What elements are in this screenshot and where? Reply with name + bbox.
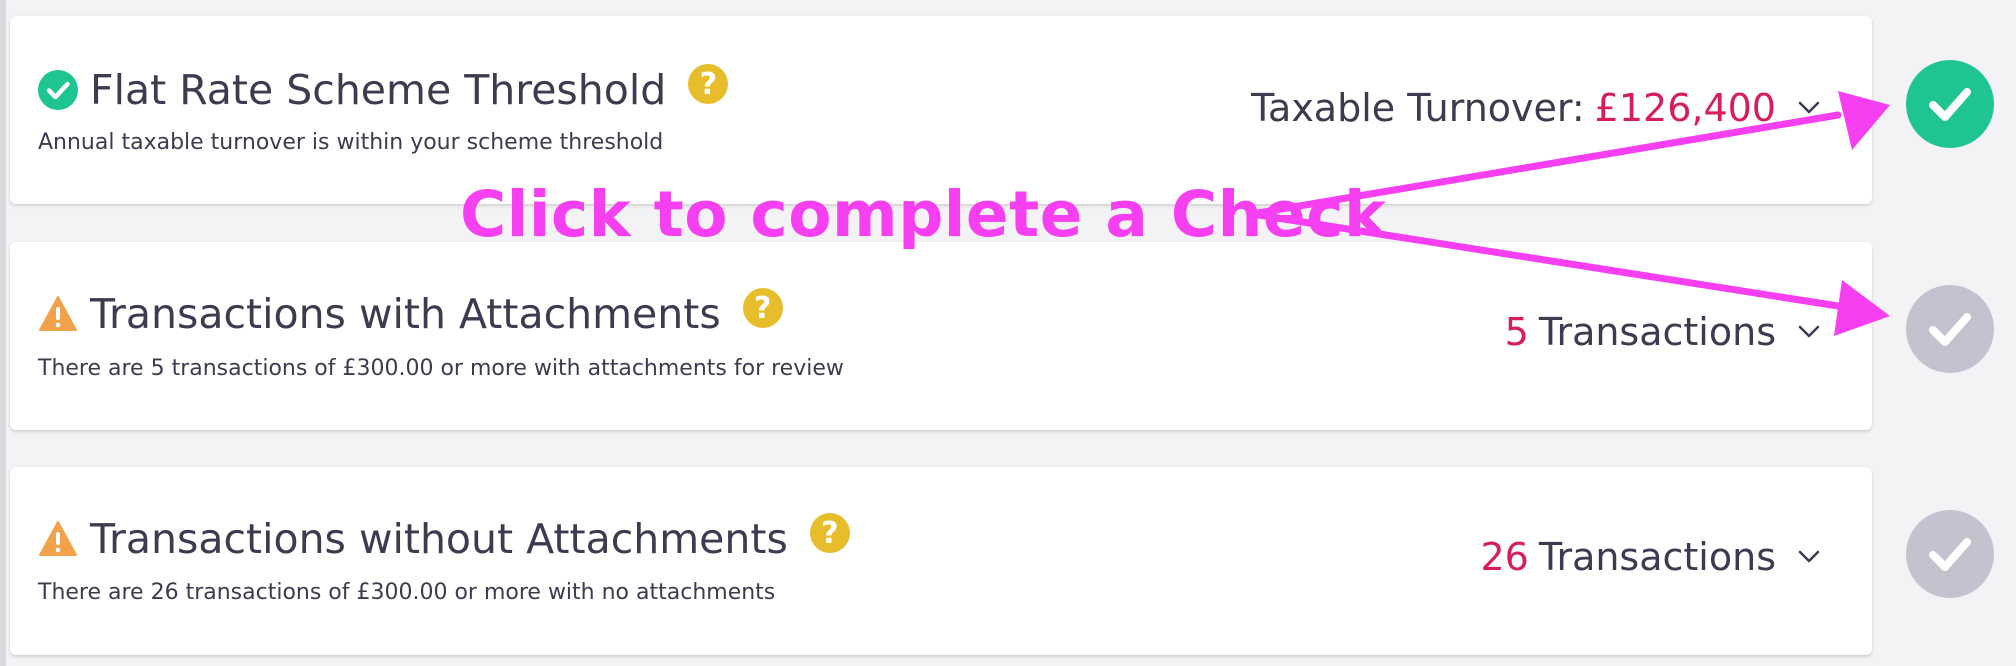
annotation-arrows bbox=[1248, 91, 1890, 336]
annotation-callout: Click to complete a Check bbox=[460, 178, 1387, 251]
annotation-arrowhead-bottom bbox=[1834, 280, 1890, 336]
annotation-arrowhead-top bbox=[1838, 91, 1890, 150]
